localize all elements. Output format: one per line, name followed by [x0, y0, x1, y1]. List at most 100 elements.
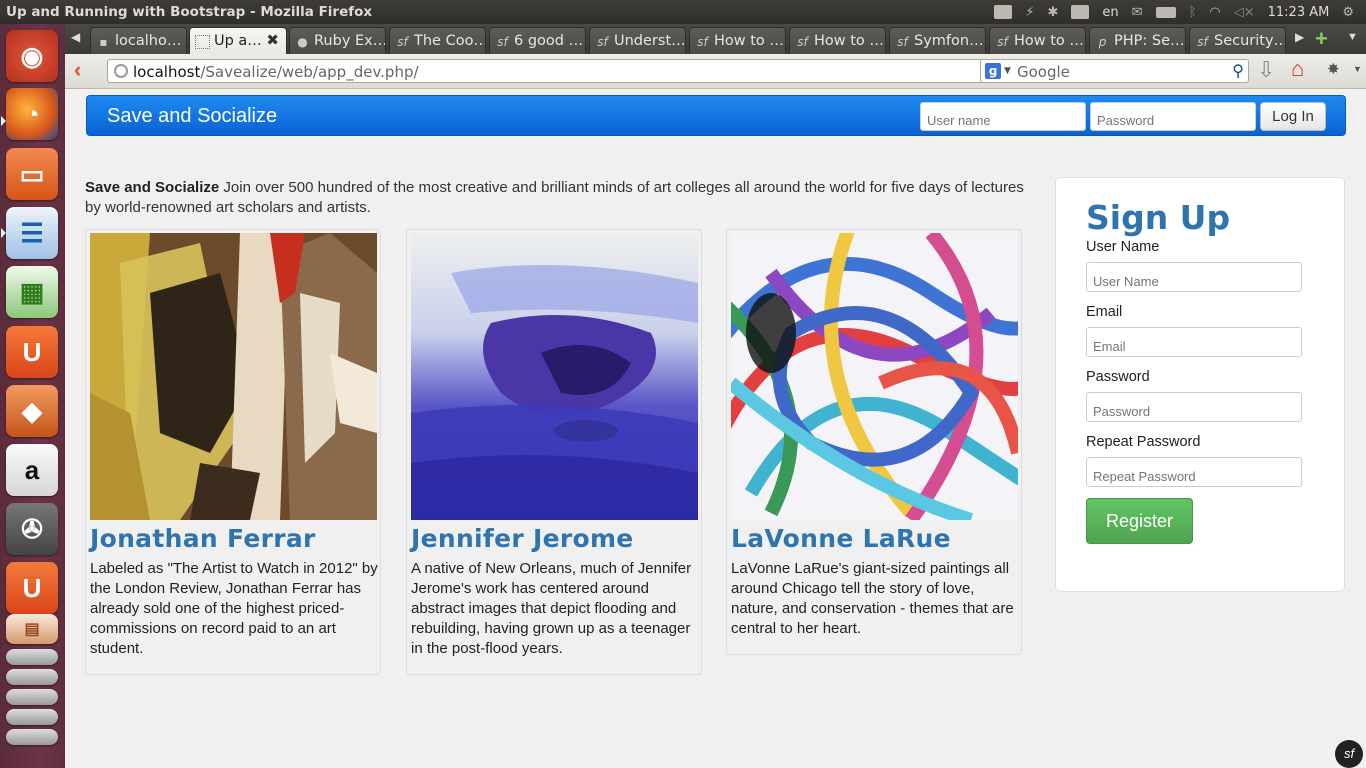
- power-icon[interactable]: ⚙: [1342, 5, 1354, 20]
- symfony-icon: sf: [397, 35, 408, 49]
- site-navbar: Save and Socialize Log In: [86, 95, 1346, 136]
- intro-text: Save and Socialize Join over 500 hundred…: [85, 178, 1035, 218]
- system-tray: ⚡ ✱ en ✉ ᛒ ◠ ◁× 11:23 AM ⚙: [994, 0, 1366, 24]
- symfony-icon: sf: [1197, 35, 1208, 49]
- system-settings-icon[interactable]: ✇: [6, 503, 58, 555]
- signup-username-input[interactable]: [1086, 262, 1302, 292]
- tab-scroll-right-icon[interactable]: ▶: [1295, 30, 1304, 44]
- indicator-icon[interactable]: [994, 5, 1013, 19]
- password-label: Password: [1086, 369, 1150, 385]
- symfony-icon: sf: [497, 35, 508, 49]
- search-placeholder: Google: [1017, 63, 1070, 81]
- back-icon[interactable]: ‹: [74, 57, 81, 83]
- tab[interactable]: ▪ localho…: [90, 27, 187, 54]
- artist-bio: A native of New Orleans, much of Jennife…: [411, 560, 692, 657]
- tab-scroll-left-icon[interactable]: ◀: [71, 30, 80, 44]
- puzzle-icon[interactable]: ✱: [1048, 5, 1059, 20]
- tab[interactable]: sf How to …: [989, 27, 1086, 54]
- page-icon: [195, 35, 210, 49]
- intro-brand: Save and Socialize: [85, 179, 220, 196]
- search-icon[interactable]: ⚲: [1232, 61, 1244, 80]
- keyboard-layout[interactable]: en: [1102, 5, 1118, 20]
- artist-card: Jennifer Jerome A native of New Orleans,…: [406, 229, 702, 675]
- launcher-stack-icon[interactable]: [6, 689, 58, 705]
- tab[interactable]: sf How to …: [789, 27, 886, 54]
- artist-card: LaVonne LaRue LaVonne LaRue's giant-size…: [726, 229, 1022, 655]
- tab[interactable]: sf Symfon…: [889, 27, 986, 54]
- symfony-toolbar-icon[interactable]: sf: [1335, 740, 1363, 768]
- battery-icon[interactable]: [1155, 6, 1176, 18]
- register-button[interactable]: Register: [1086, 498, 1193, 544]
- new-tab-icon[interactable]: +: [1315, 26, 1328, 52]
- software-center-icon[interactable]: ◆: [6, 385, 58, 437]
- files-icon[interactable]: ▭: [6, 148, 58, 200]
- login-button[interactable]: Log In: [1260, 102, 1326, 131]
- password-input[interactable]: [1090, 102, 1256, 131]
- artist-painting: [411, 233, 698, 520]
- tab[interactable]: p PHP: Se…: [1089, 27, 1186, 54]
- tab-list-icon[interactable]: ▼: [1347, 31, 1358, 43]
- url-bar[interactable]: localhost/Savealize/web/app_dev.php/ ☆ ▼…: [107, 59, 1036, 83]
- url-host: localhost: [133, 63, 201, 81]
- intro-body: Join over 500 hundred of the most creati…: [85, 179, 1024, 216]
- wifi-icon[interactable]: ◠: [1209, 5, 1220, 20]
- writer-icon[interactable]: ☰: [6, 207, 58, 259]
- tab[interactable]: sf Underst…: [589, 27, 686, 54]
- artist-name[interactable]: LaVonne LaRue: [731, 524, 951, 553]
- symfony-icon: sf: [697, 35, 708, 49]
- tab[interactable]: sf 6 good …: [489, 27, 586, 54]
- signup-email-input[interactable]: [1086, 327, 1302, 357]
- firefox-icon[interactable]: ◔: [6, 88, 58, 140]
- volume-icon[interactable]: ◁×: [1234, 5, 1255, 20]
- launcher-stack-icon[interactable]: [6, 709, 58, 725]
- signup-title: Sign Up: [1086, 198, 1231, 237]
- search-box[interactable]: g ▼ Google ⚲: [980, 59, 1249, 83]
- ubuntu-one-music-icon[interactable]: U: [6, 562, 58, 614]
- artist-card: Jonathan Ferrar Labeled as "The Artist t…: [85, 229, 381, 675]
- dash-home-icon[interactable]: ◉: [6, 30, 58, 82]
- signup-panel: Sign Up User Name Email Password Repeat …: [1055, 177, 1345, 592]
- search-engine-dropdown-icon[interactable]: ▼: [1004, 66, 1011, 76]
- repeat-password-label: Repeat Password: [1086, 434, 1201, 450]
- symfony-icon: sf: [997, 35, 1008, 49]
- username-input[interactable]: [920, 102, 1086, 131]
- tab[interactable]: sf The Coo…: [389, 27, 486, 54]
- symfony-icon: sf: [897, 35, 908, 49]
- artist-bio: LaVonne LaRue's giant-sized paintings al…: [731, 560, 1014, 637]
- keyboard-icon[interactable]: [1071, 5, 1090, 19]
- mail-icon[interactable]: ✉: [1132, 5, 1143, 20]
- tab[interactable]: sf How to …: [689, 27, 786, 54]
- tab[interactable]: ● Ruby Ex…: [289, 27, 386, 54]
- google-icon[interactable]: g: [985, 63, 1001, 79]
- artist-name[interactable]: Jennifer Jerome: [411, 524, 634, 553]
- signup-repeat-password-input[interactable]: [1086, 457, 1302, 487]
- ubuntu-one-icon[interactable]: U: [6, 326, 58, 378]
- amazon-icon[interactable]: a: [6, 444, 58, 496]
- symfony-icon: sf: [797, 35, 808, 49]
- clock[interactable]: 11:23 AM: [1268, 5, 1330, 20]
- downloads-icon[interactable]: ⇩: [1257, 57, 1275, 83]
- bluetooth-icon[interactable]: ᛒ: [1189, 5, 1197, 20]
- url-path: /Savealize/web/app_dev.php/: [200, 63, 419, 81]
- artist-bio: Labeled as "The Artist to Watch in 2012"…: [90, 560, 378, 657]
- home-icon[interactable]: ⌂: [1291, 56, 1304, 82]
- impress-icon[interactable]: ▤: [6, 614, 58, 644]
- calc-icon[interactable]: ▦: [6, 266, 58, 318]
- launcher-stack-icon[interactable]: [6, 729, 58, 745]
- artist-name[interactable]: Jonathan Ferrar: [90, 524, 316, 553]
- launcher-stack-icon[interactable]: [6, 649, 58, 665]
- close-tab-icon[interactable]: ✖: [266, 31, 279, 49]
- bolt-icon[interactable]: ⚡: [1025, 5, 1034, 20]
- pma-icon: ▪: [99, 35, 108, 49]
- site-brand[interactable]: Save and Socialize: [107, 105, 277, 128]
- signup-password-input[interactable]: [1086, 392, 1302, 422]
- system-top-bar: Up and Running with Bootstrap - Mozilla …: [0, 0, 1366, 24]
- menu-dropdown-icon[interactable]: ▼: [1353, 64, 1362, 74]
- launcher-stack-icon[interactable]: [6, 669, 58, 685]
- extension-icon[interactable]: ✸: [1327, 60, 1340, 78]
- unity-launcher: ◉ ◔ ▭ ☰ ▦ U ◆ a ✇ U ▤: [0, 24, 65, 768]
- site-identity-icon[interactable]: [114, 64, 128, 78]
- tab[interactable]: sf Security…: [1189, 27, 1286, 54]
- navigation-toolbar: ‹ localhost/Savealize/web/app_dev.php/ ☆…: [65, 54, 1366, 89]
- tab-active[interactable]: Up a… ✖: [189, 27, 287, 55]
